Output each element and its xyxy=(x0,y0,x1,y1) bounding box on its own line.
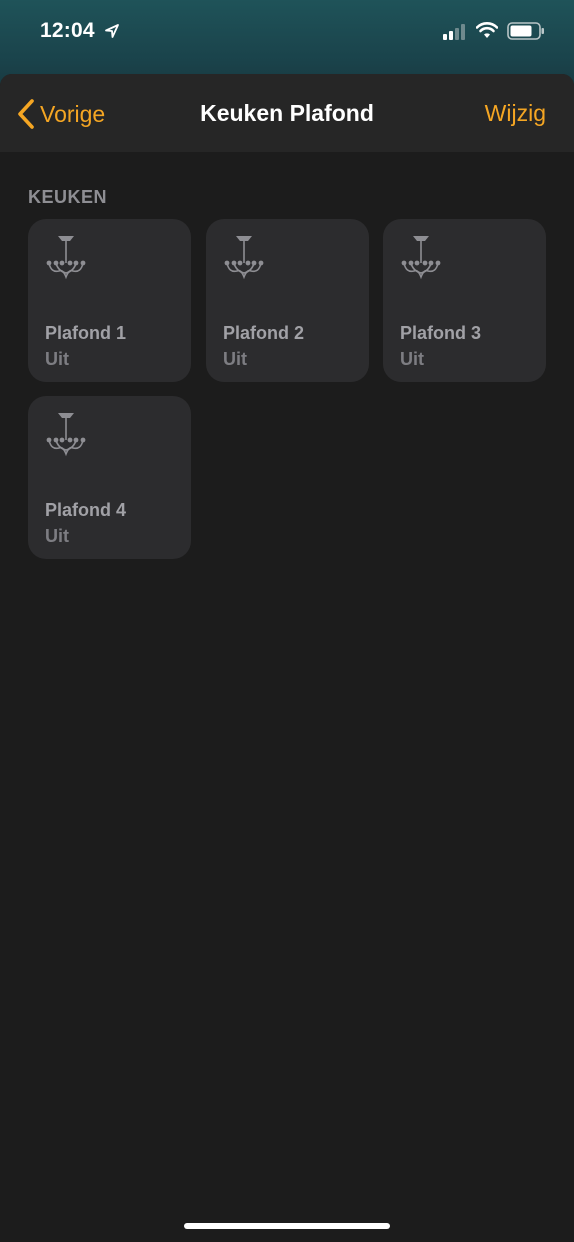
accessory-tile-plafond-3[interactable]: Plafond 3 Uit xyxy=(383,219,546,382)
accessory-name: Plafond 1 xyxy=(45,323,127,343)
home-indicator[interactable] xyxy=(184,1223,390,1229)
accessory-state: Uit xyxy=(45,349,69,369)
accessory-name: Plafond 3 xyxy=(400,323,482,343)
navigation-bar: Vorige Keuken Plafond Wijzig xyxy=(0,74,574,152)
location-arrow-icon xyxy=(105,24,119,38)
section-header: KEUKEN xyxy=(28,187,108,207)
cellular-signal-icon xyxy=(443,24,465,40)
status-time: 12:04 xyxy=(40,19,95,42)
accessory-name: Plafond 2 xyxy=(223,323,305,343)
wifi-icon xyxy=(476,22,498,38)
accessory-tile-plafond-4[interactable]: Plafond 4 Uit xyxy=(28,396,191,559)
room-sheet: Vorige Keuken Plafond Wijzig KEUKEN Plaf… xyxy=(0,74,574,1242)
chandelier-icon xyxy=(46,236,86,280)
status-bar: 12:04 xyxy=(0,0,574,60)
accessory-name: Plafond 4 xyxy=(45,500,127,520)
accessory-state: Uit xyxy=(45,526,69,546)
chandelier-icon xyxy=(401,236,441,280)
battery-icon xyxy=(507,22,544,40)
accessory-tile-plafond-2[interactable]: Plafond 2 Uit xyxy=(206,219,369,382)
accessory-state: Uit xyxy=(400,349,424,369)
chandelier-icon xyxy=(46,413,86,457)
chandelier-icon xyxy=(224,236,264,280)
accessory-state: Uit xyxy=(223,349,247,369)
edit-button[interactable]: Wijzig xyxy=(485,100,546,127)
accessory-tile-plafond-1[interactable]: Plafond 1 Uit xyxy=(28,219,191,382)
